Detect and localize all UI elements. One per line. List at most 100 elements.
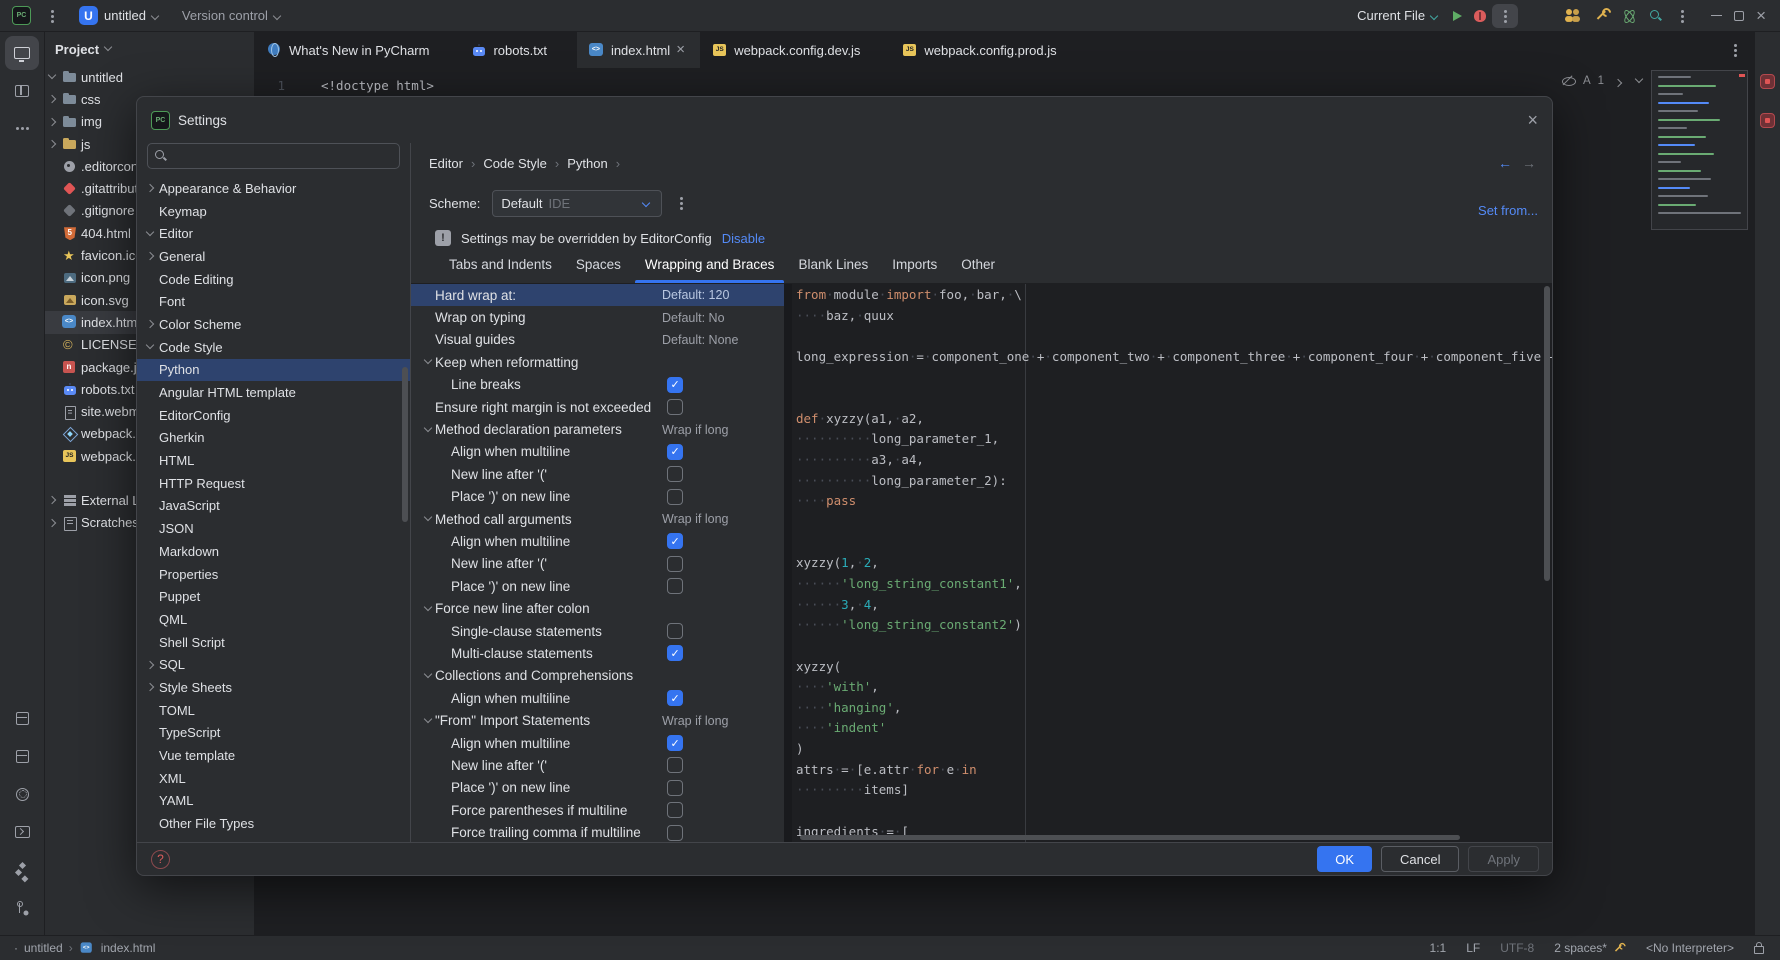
breadcrumb-item[interactable]: Editor — [429, 156, 483, 171]
group-chevron-icon[interactable] — [421, 512, 435, 526]
setting-value[interactable]: Default: No — [662, 311, 725, 325]
settings-nav-item[interactable]: Editor — [137, 222, 410, 245]
settings-nav-item[interactable]: Python — [137, 359, 410, 382]
code-style-tab[interactable]: Blank Lines — [788, 253, 878, 283]
setting-checkbox[interactable] — [667, 556, 683, 572]
commit-tool-button[interactable] — [5, 74, 39, 108]
caret-position[interactable]: 1:1 — [1430, 941, 1447, 955]
tree-chevron-icon[interactable] — [143, 544, 157, 558]
group-chevron-icon[interactable] — [421, 400, 435, 414]
settings-row[interactable]: Force new line after colon — [411, 597, 784, 619]
settings-row[interactable]: Align when multiline — [411, 530, 784, 552]
indent-style[interactable]: 2 spaces* — [1554, 941, 1626, 956]
tree-chevron-icon[interactable] — [45, 115, 59, 129]
project-tree-item[interactable]: untitled — [45, 66, 254, 88]
tree-chevron-icon[interactable] — [45, 293, 59, 307]
setting-checkbox[interactable] — [667, 757, 683, 773]
settings-row[interactable]: Multi-clause statements — [411, 642, 784, 664]
run-button[interactable] — [1447, 4, 1468, 28]
maximize-button[interactable] — [1728, 4, 1750, 28]
tree-chevron-icon[interactable] — [45, 427, 59, 441]
group-chevron-icon[interactable] — [421, 691, 435, 705]
search-everywhere-button[interactable] — [1643, 4, 1669, 28]
tree-chevron-icon[interactable] — [45, 493, 59, 507]
terminal-tool-button[interactable] — [6, 815, 40, 849]
tree-chevron-icon[interactable] — [143, 612, 157, 626]
close-dialog-icon[interactable] — [1527, 113, 1538, 127]
ai-assistant-icon[interactable] — [1760, 113, 1775, 128]
preview-horizontal-scrollbar[interactable] — [800, 835, 1460, 840]
tree-chevron-icon[interactable] — [45, 92, 59, 106]
tree-chevron-icon[interactable] — [45, 137, 59, 151]
editor-tab[interactable]: webpack.config.dev.js — [700, 32, 890, 68]
settings-row[interactable]: Collections and Comprehensions — [411, 665, 784, 687]
tree-chevron-icon[interactable] — [45, 159, 59, 173]
editor-tab[interactable]: webpack.config.prod.js — [890, 32, 1086, 68]
settings-row[interactable]: Align when multiline — [411, 732, 784, 754]
problems-tool-button[interactable] — [6, 701, 40, 735]
tree-chevron-icon[interactable] — [143, 295, 157, 309]
run-config-selector[interactable]: Current File — [1351, 4, 1447, 28]
setting-checkbox[interactable] — [667, 444, 683, 460]
inspections-widget[interactable]: A1 — [1562, 74, 1646, 88]
tree-chevron-icon[interactable] — [143, 771, 157, 785]
tree-chevron-icon[interactable] — [143, 272, 157, 286]
interpreter-selector[interactable]: <No Interpreter> — [1646, 941, 1734, 955]
tree-chevron-icon[interactable] — [45, 338, 59, 352]
setting-checkbox[interactable] — [667, 466, 683, 482]
tree-chevron-icon[interactable] — [143, 363, 157, 377]
setting-value[interactable]: Wrap if long — [662, 512, 728, 526]
tree-chevron-icon[interactable] — [143, 181, 157, 195]
settings-nav-item[interactable]: Other File Types — [137, 812, 410, 835]
set-from-link[interactable]: Set from... — [1478, 203, 1538, 218]
group-chevron-icon[interactable] — [421, 490, 435, 504]
scheme-actions-icon[interactable] — [674, 195, 688, 211]
setting-value[interactable]: Wrap if long — [662, 714, 728, 728]
group-chevron-icon[interactable] — [421, 355, 435, 369]
scheme-select[interactable]: Default IDE — [492, 190, 662, 217]
settings-nav-item[interactable]: JSON — [137, 517, 410, 540]
tree-chevron-icon[interactable] — [143, 431, 157, 445]
forward-arrow-icon[interactable]: → — [1522, 155, 1536, 171]
settings-row[interactable]: Align when multiline — [411, 441, 784, 463]
settings-nav-item[interactable]: HTML — [137, 449, 410, 472]
settings-row[interactable]: Hard wrap at: Default: 120 — [411, 284, 784, 306]
settings-nav-item[interactable]: Color Scheme — [137, 313, 410, 336]
settings-nav-item[interactable]: Markdown — [137, 540, 410, 563]
group-chevron-icon[interactable] — [421, 579, 435, 593]
group-chevron-icon[interactable] — [421, 467, 435, 481]
setting-checkbox[interactable] — [667, 533, 683, 549]
editor-minimap[interactable] — [1651, 70, 1748, 230]
group-chevron-icon[interactable] — [421, 378, 435, 392]
setting-checkbox[interactable] — [667, 377, 683, 393]
tree-chevron-icon[interactable] — [45, 405, 59, 419]
tree-chevron-icon[interactable] — [143, 522, 157, 536]
settings-nav-item[interactable]: Code Style — [137, 336, 410, 359]
cancel-button[interactable]: Cancel — [1381, 846, 1459, 872]
editor-tab[interactable]: What's New in PyCharm — [255, 32, 459, 68]
tree-chevron-icon[interactable] — [143, 567, 157, 581]
tree-chevron-icon[interactable] — [143, 499, 157, 513]
tree-chevron-icon[interactable] — [45, 271, 59, 285]
editor-tab[interactable]: index.html — [577, 32, 700, 68]
lock-icon[interactable] — [1754, 946, 1764, 954]
settings-row[interactable]: Ensure right margin is not exceeded — [411, 396, 784, 418]
group-chevron-icon[interactable] — [421, 311, 435, 325]
group-chevron-icon[interactable] — [421, 714, 435, 728]
settings-row[interactable]: Line breaks — [411, 374, 784, 396]
notifications-icon[interactable] — [1760, 74, 1775, 89]
settings-nav-item[interactable]: Keymap — [137, 200, 410, 223]
settings-nav-item[interactable]: Code Editing — [137, 268, 410, 291]
settings-nav-item[interactable]: Puppet — [137, 585, 410, 608]
group-chevron-icon[interactable] — [421, 803, 435, 817]
tree-chevron-icon[interactable] — [45, 516, 59, 530]
dialog-header[interactable]: PC Settings — [137, 97, 1552, 143]
project-selector[interactable]: untitled — [98, 4, 168, 28]
settings-nav-item[interactable]: General — [137, 245, 410, 268]
code-style-tab[interactable]: Other — [951, 253, 1005, 283]
file-encoding[interactable]: UTF-8 — [1500, 941, 1534, 955]
settings-nav-item[interactable]: YAML — [137, 790, 410, 813]
group-chevron-icon[interactable] — [421, 557, 435, 571]
ok-button[interactable]: OK — [1317, 846, 1372, 872]
next-problem-icon[interactable] — [1632, 74, 1646, 88]
